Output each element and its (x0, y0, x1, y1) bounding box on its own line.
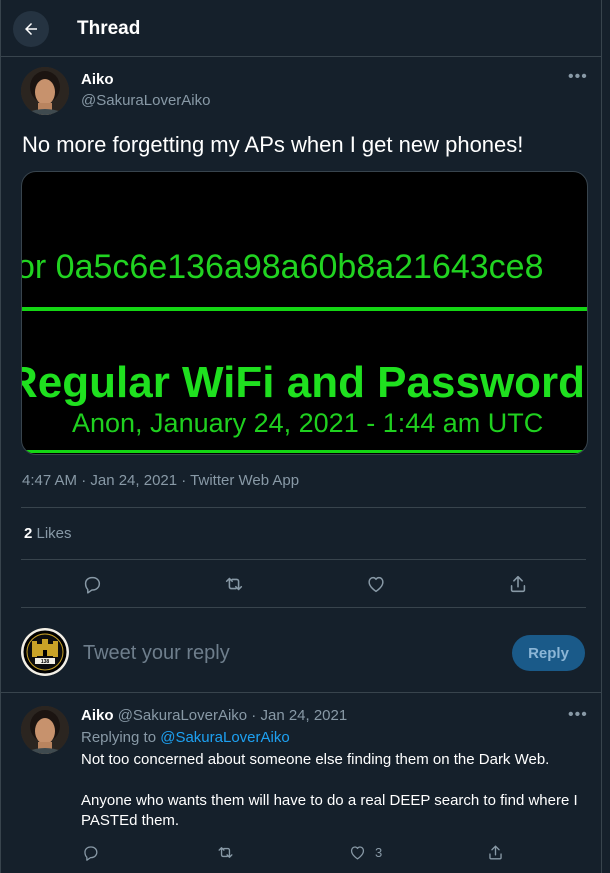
reply-share-button[interactable] (485, 842, 505, 862)
army-badge-avatar (21, 628, 69, 676)
reply-text-line2: Anyone who wants them will have to do a … (81, 792, 578, 809)
avatar-photo (21, 67, 69, 115)
reply-text-line1: Not too concerned about someone else fin… (81, 751, 550, 768)
back-button[interactable] (13, 11, 49, 47)
comment-button[interactable] (80, 572, 104, 596)
header: Thread (0, 0, 610, 56)
tweet-text: No more forgetting my APs when I get new… (22, 132, 524, 157)
reply-button[interactable]: Reply (512, 635, 585, 671)
retweet-icon (225, 577, 243, 591)
replying-handle-link[interactable]: @SakuraLoverAiko (160, 729, 289, 746)
left-border (0, 0, 1, 873)
reply-more-icon[interactable]: ••• (568, 706, 588, 724)
retweet-button[interactable] (222, 572, 246, 596)
media-byline: Anon, January 24, 2021 - 1:44 am UTC (72, 408, 544, 438)
composer-divider (1, 692, 601, 693)
likes-divider (21, 559, 586, 560)
like-button[interactable] (364, 572, 388, 596)
share-icon (488, 844, 502, 860)
reply-retweet-button[interactable] (215, 842, 235, 862)
media-hex-text: or 0a5c6e136a98a60b8a21643ce8 (21, 248, 544, 286)
author-name[interactable]: Aiko (81, 71, 114, 88)
composer-avatar[interactable]: 138 (21, 628, 69, 676)
reply-author-name[interactable]: Aiko (81, 707, 114, 724)
reply-text-line3: PASTEd them. (81, 812, 180, 829)
header-divider (1, 56, 601, 57)
share-icon (510, 575, 526, 593)
reply-comment-button[interactable] (80, 842, 100, 862)
reply-avatar[interactable] (21, 706, 69, 754)
comment-icon (84, 576, 101, 594)
media-green-rule (22, 307, 587, 311)
retweet-icon (217, 846, 233, 858)
like-icon (350, 845, 364, 859)
back-arrow-icon (25, 23, 37, 35)
meta-divider (21, 507, 586, 508)
reply-input[interactable]: Tweet your reply (83, 642, 230, 665)
reply-like-count: 3 (375, 845, 383, 860)
likes-stat[interactable]: 2 Likes (24, 525, 72, 542)
media-green-rule-bottom (22, 450, 587, 453)
replying-prefix: Replying to (81, 729, 161, 746)
reply-header: Aiko @SakuraLoverAiko · Jan 24, 2021 (81, 706, 347, 726)
thread-page: Thread Aiko @SakuraLoverAiko ••• No more… (0, 0, 610, 873)
reply-handle-date[interactable]: @SakuraLoverAiko · Jan 24, 2021 (118, 707, 348, 724)
tweet-media-image[interactable]: or 0a5c6e136a98a60b8a21643ce8 Regular Wi… (21, 171, 588, 455)
avatar-badge-number: 138 (40, 659, 50, 665)
right-border (601, 0, 602, 873)
like-icon (368, 576, 384, 593)
replying-to: Replying to @SakuraLoverAiko (81, 728, 290, 748)
more-icon[interactable]: ••• (568, 68, 588, 86)
likes-label: Likes (32, 525, 72, 542)
comment-icon (83, 845, 97, 861)
actions-divider (21, 607, 586, 608)
media-headline: Regular WiFi and Password (21, 358, 586, 407)
avatar-photo (21, 706, 69, 754)
share-button[interactable] (506, 572, 530, 596)
author-handle[interactable]: @SakuraLoverAiko (81, 92, 210, 109)
reply-like-button[interactable] (347, 842, 367, 862)
page-title: Thread (77, 18, 141, 39)
avatar[interactable] (21, 67, 69, 115)
tweet-meta: 4:47 AM · Jan 24, 2021 · Twitter Web App (22, 472, 300, 489)
